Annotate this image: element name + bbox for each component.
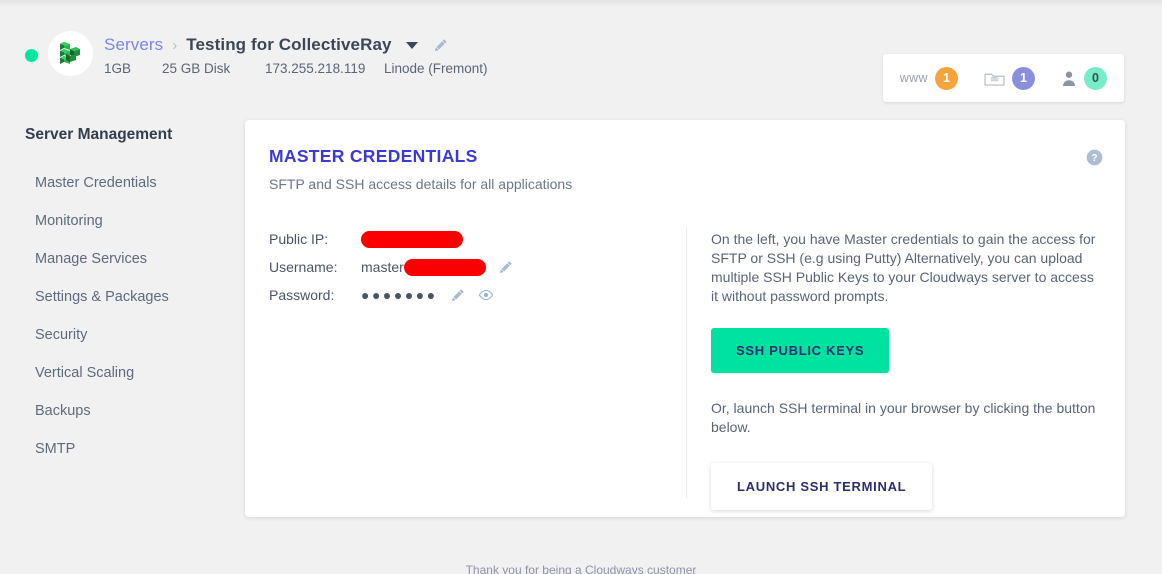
reveal-password-eye-icon[interactable] — [478, 289, 494, 301]
server-ram: 1GB — [104, 61, 132, 76]
server-ip: 173.255.218.119 — [265, 61, 366, 76]
chevron-down-icon[interactable] — [405, 41, 418, 49]
counter-users[interactable]: 0 — [1061, 66, 1107, 90]
sidebar-item-vertical-scaling[interactable]: Vertical Scaling — [0, 354, 232, 392]
sidebar-item-manage-services[interactable]: Manage Services — [0, 240, 232, 278]
footer-clipped: Thank you for being a Cloudways customer — [0, 563, 1162, 574]
top-bar-shadow — [0, 0, 1162, 7]
sidebar-item-security[interactable]: Security — [0, 316, 232, 354]
column-divider — [686, 228, 687, 498]
sidebar-item-monitoring[interactable]: Monitoring — [0, 202, 232, 240]
breadcrumb-servers-link[interactable]: Servers — [104, 35, 163, 55]
counter-databases[interactable]: 1 — [984, 66, 1035, 90]
server-status-dot — [25, 49, 38, 62]
linode-stack-logo-icon — [56, 39, 86, 69]
help-circle-icon[interactable]: ? — [1086, 149, 1103, 166]
card-subtitle: SFTP and SSH access details for all appl… — [269, 176, 573, 192]
breadcrumb: Servers › Testing for CollectiveRay — [104, 34, 448, 56]
pencil-icon[interactable] — [434, 38, 448, 52]
edit-password-pencil-icon[interactable] — [451, 288, 465, 302]
sidebar-title: Server Management — [25, 126, 173, 143]
users-count-badge: 0 — [1084, 66, 1107, 90]
public-ip-value — [361, 230, 463, 248]
server-avatar — [48, 31, 93, 76]
app-page: Servers › Testing for CollectiveRay 1GB … — [0, 0, 1162, 574]
database-icon — [984, 70, 1005, 87]
username-label: Username: — [269, 259, 338, 275]
svg-text:?: ? — [1091, 153, 1097, 164]
username-value: master — [361, 258, 513, 276]
ssh-info-column: On the left, you have Master credentials… — [711, 230, 1096, 510]
server-counters-panel: www 1 1 0 — [882, 54, 1124, 102]
redaction-bar — [403, 258, 486, 276]
sidebar-item-smtp[interactable]: SMTP — [0, 430, 232, 468]
counter-applications[interactable]: www 1 — [899, 66, 958, 90]
password-label: Password: — [269, 287, 335, 303]
credential-row-public-ip: Public IP: — [269, 225, 669, 253]
www-label: www — [899, 71, 928, 85]
credential-row-password: Password: ●●●●●●● — [269, 281, 669, 309]
master-credentials-card: MASTER CREDENTIALS SFTP and SSH access d… — [245, 120, 1125, 517]
applications-count-badge: 1 — [935, 66, 958, 90]
launch-ssh-terminal-button[interactable]: LAUNCH SSH TERMINAL — [711, 463, 933, 510]
password-value: ●●●●●●● — [361, 287, 494, 303]
page-title: MASTER CREDENTIALS — [269, 146, 478, 166]
credential-row-username: Username: master — [269, 253, 669, 281]
credentials-list: Public IP: Username: master Password: ●●… — [269, 225, 669, 309]
redaction-bar — [361, 230, 463, 248]
databases-count-badge: 1 — [1012, 66, 1035, 90]
user-icon — [1061, 70, 1077, 87]
server-disk: 25 GB Disk — [162, 61, 231, 76]
password-masked-text: ●●●●●●● — [361, 287, 438, 303]
sidebar-item-settings-packages[interactable]: Settings & Packages — [0, 278, 232, 316]
sidebar-item-backups[interactable]: Backups — [0, 392, 232, 430]
breadcrumb-separator: › — [172, 36, 178, 54]
ssh-info-text: On the left, you have Master credentials… — [711, 231, 1096, 304]
ssh-public-keys-button[interactable]: SSH PUBLIC KEYS — [711, 328, 890, 373]
sidebar: Server Management Master Credentials Mon… — [0, 126, 232, 468]
ssh-terminal-hint: Or, launch SSH terminal in your browser … — [711, 400, 1096, 435]
footer-text: Thank you for being a Cloudways customer — [465, 563, 697, 574]
public-ip-label: Public IP: — [269, 231, 329, 247]
server-header: Servers › Testing for CollectiveRay 1GB … — [0, 22, 1162, 102]
username-text: master — [361, 259, 404, 275]
edit-username-pencil-icon[interactable] — [499, 260, 513, 274]
server-provider: Linode (Fremont) — [384, 61, 488, 76]
breadcrumb-current-server: Testing for CollectiveRay — [186, 35, 392, 54]
sidebar-item-master-credentials[interactable]: Master Credentials — [0, 164, 232, 202]
